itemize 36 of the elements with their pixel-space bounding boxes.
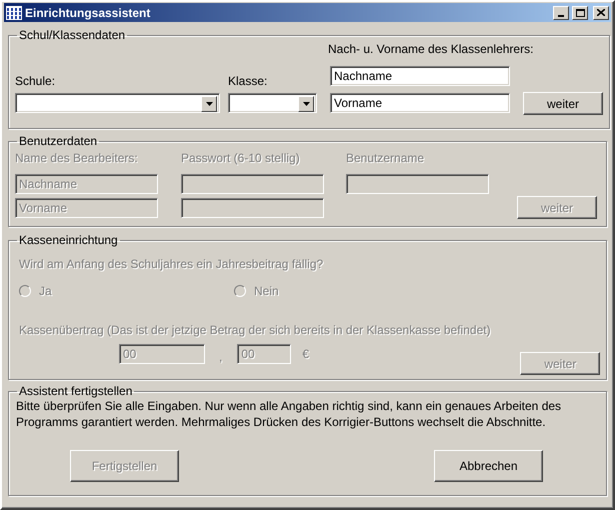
maximize-icon: [576, 8, 584, 16]
group-title: Benutzerdaten: [18, 134, 98, 148]
group-title: Assistent fertigstellen: [18, 384, 134, 398]
group-title: Schul/Klassendaten: [18, 28, 126, 42]
dropdown-arrow-button[interactable]: [201, 96, 217, 112]
dropdown-arrow-button[interactable]: [298, 96, 314, 112]
minimize-button[interactable]: [553, 6, 569, 20]
first-name-field[interactable]: Vorname: [330, 92, 510, 112]
field-label: Kassenübertrag (Das ist der jetzige Betrag der sich bereits in der Klassenkasse befindet): [19, 323, 491, 337]
field-label: Schule:: [15, 74, 56, 88]
dialog-button[interactable]: Abbrechen: [434, 450, 543, 482]
app-icon: [6, 6, 22, 20]
last-name-field[interactable]: Nachname: [330, 66, 510, 86]
password-field[interactable]: [181, 174, 324, 194]
question-text: Wird am Anfang des Schuljahres ein Jahresbeitrag fällig?: [19, 257, 324, 271]
field-label: Nach- u. Vorname des Klassenlehrers:: [328, 42, 534, 56]
caret-icon: [206, 102, 212, 106]
close-button[interactable]: [593, 6, 609, 20]
password-field[interactable]: [181, 198, 324, 218]
caret-icon: [302, 102, 310, 106]
field-label: Passwort (6-10 stellig): [181, 151, 301, 165]
window-title: Einrichtungsassistent: [25, 6, 152, 20]
field-label: Benutzername: [346, 151, 424, 165]
minimize-icon: [558, 14, 564, 16]
username-field[interactable]: [346, 174, 489, 194]
field-label: Klasse:: [228, 74, 268, 88]
school-dropdown[interactable]: [15, 92, 220, 112]
separator-text: ,: [219, 350, 222, 364]
close-icon: [597, 9, 605, 16]
maximize-button[interactable]: [572, 6, 588, 20]
currency-text: €: [302, 347, 310, 361]
group-title: Kasseneinrichtung: [18, 233, 119, 247]
class-dropdown[interactable]: [228, 92, 317, 112]
info-text: Bitte überprüfen Sie alle Eingaben. Nur wenn alle Angaben richtig sind, kann ein genaues Arbeiten des Programms garantiert werden. Mehrmaliges Drücken des Korrigier-Buttons wechselt die Abschnitte.: [16, 398, 562, 430]
field-label: Name des Bearbeiters:: [15, 151, 139, 165]
next-button[interactable]: weiter: [523, 92, 603, 115]
